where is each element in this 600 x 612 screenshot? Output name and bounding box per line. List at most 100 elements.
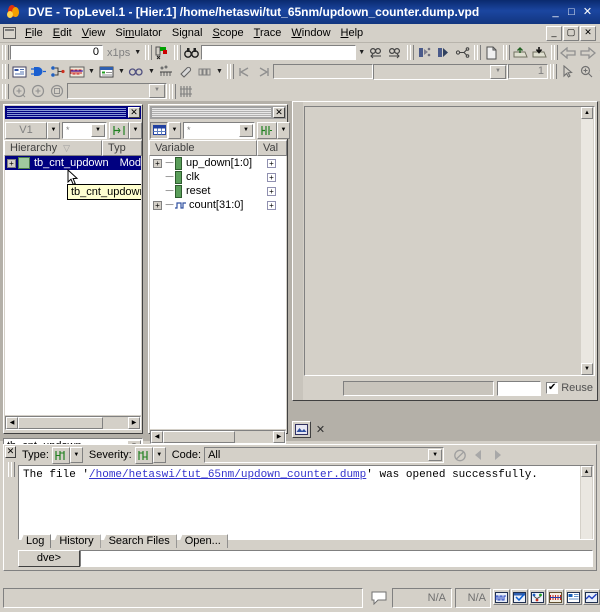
toolbar-grip[interactable] bbox=[174, 45, 182, 60]
scroll-thumb[interactable] bbox=[163, 431, 235, 443]
search-dropdown-icon[interactable]: ▼ bbox=[356, 44, 367, 61]
log-vscrollbar[interactable]: ▲ bbox=[580, 466, 593, 539]
toolbar-grip[interactable] bbox=[2, 83, 9, 99]
window-menu-icon[interactable] bbox=[3, 27, 16, 39]
hierarchy-window-titlebar[interactable]: ✕ bbox=[5, 106, 141, 119]
memory-view-icon[interactable] bbox=[195, 63, 214, 80]
prompt-label-button[interactable]: dve> bbox=[18, 550, 80, 567]
scroll-track[interactable] bbox=[581, 477, 592, 539]
open-list-window-icon[interactable] bbox=[511, 589, 528, 605]
mdi-minimize-button[interactable]: _ bbox=[546, 25, 562, 41]
value-expand-button[interactable]: + bbox=[267, 158, 276, 168]
window-maximize-button[interactable]: □ bbox=[565, 6, 578, 19]
menu-item-trace[interactable]: Trace bbox=[249, 26, 287, 40]
navigate-back-icon[interactable] bbox=[559, 44, 578, 61]
menu-item-file[interactable]: FFileile bbox=[20, 26, 48, 40]
magnify-plus-icon[interactable] bbox=[577, 63, 596, 80]
expand-options-dropdown-icon[interactable]: ▼ bbox=[129, 121, 142, 139]
view-options-dropdown-icon[interactable]: ▼ bbox=[168, 121, 181, 139]
table-row[interactable]: ─ reset + bbox=[150, 184, 286, 198]
open-source-window-icon[interactable] bbox=[565, 589, 582, 605]
add-signal-icon[interactable] bbox=[415, 44, 434, 61]
open-path-schematic-icon[interactable] bbox=[547, 589, 564, 605]
scroll-left-button[interactable]: ◀ bbox=[6, 417, 18, 429]
chevron-down-icon[interactable]: ▼ bbox=[91, 123, 105, 137]
toolbar-flat-field[interactable] bbox=[273, 64, 373, 79]
zoom-in-circle-icon[interactable] bbox=[29, 83, 48, 100]
log-panel-close-button[interactable]: ✕ bbox=[5, 446, 16, 458]
toolbar-grip[interactable] bbox=[551, 45, 559, 60]
table-row[interactable]: + ─ up_down[1:0] + bbox=[150, 156, 286, 170]
scroll-thumb[interactable] bbox=[18, 417, 103, 429]
variable-list[interactable]: + ─ up_down[1:0] + ─ clk + ─ reset + + ─… bbox=[150, 156, 286, 429]
table-row[interactable]: + tb_cnt_updown Mod bbox=[5, 156, 141, 170]
menu-item-view[interactable]: View bbox=[77, 26, 111, 40]
severity-filter-icon[interactable] bbox=[134, 446, 153, 464]
variable-close-button[interactable]: ✕ bbox=[273, 107, 285, 118]
waveform-command-field[interactable] bbox=[343, 380, 495, 396]
value-expand-button[interactable]: + bbox=[267, 200, 276, 210]
variable-column-value[interactable]: Val bbox=[257, 140, 287, 156]
new-file-icon[interactable] bbox=[482, 44, 501, 61]
open-wave-window-icon[interactable] bbox=[493, 589, 510, 605]
goto-time-icon[interactable] bbox=[153, 44, 172, 61]
reuse-checkbox[interactable]: ✔ bbox=[546, 382, 559, 394]
magnify-minus-icon[interactable] bbox=[596, 63, 600, 80]
message-balloon-icon[interactable] bbox=[368, 589, 390, 607]
variable-hscrollbar[interactable]: ◀ ▶ bbox=[150, 430, 286, 444]
table-view-icon[interactable] bbox=[150, 121, 168, 139]
chevron-down-icon[interactable]: ▼ bbox=[149, 84, 165, 98]
pane-tab-close-button[interactable]: ✕ bbox=[311, 421, 330, 438]
expand-all-icon[interactable] bbox=[109, 121, 129, 139]
save-database-icon[interactable] bbox=[530, 44, 549, 61]
zoom-level-combo[interactable]: ▼ bbox=[67, 83, 167, 99]
table-row[interactable]: + ─ count[31:0] + bbox=[150, 198, 286, 212]
log-message-area[interactable]: The file '/home/hetaswi/tut_65nm/updown_… bbox=[18, 465, 594, 540]
hierarchy-filter-input[interactable]: * ▼ bbox=[62, 121, 107, 139]
variable-window-titlebar[interactable]: ✕ bbox=[150, 106, 286, 119]
binoculars-find-icon[interactable] bbox=[182, 44, 201, 61]
table-row[interactable]: ─ clk + bbox=[150, 170, 286, 184]
chevron-down-icon[interactable]: ▼ bbox=[490, 64, 506, 79]
source-view-icon[interactable] bbox=[10, 63, 29, 80]
log-panel-grip[interactable] bbox=[5, 460, 16, 568]
step-count-input[interactable]: 1 bbox=[508, 64, 548, 79]
hierarchy-hscrollbar[interactable]: ◀ ▶ bbox=[5, 416, 141, 430]
scroll-right-button[interactable]: ▶ bbox=[273, 431, 285, 443]
expand-toggle-icon[interactable]: + bbox=[7, 158, 16, 168]
tab-log[interactable]: Log bbox=[18, 534, 52, 548]
value-expand-button[interactable]: + bbox=[267, 186, 276, 196]
next-message-icon[interactable] bbox=[488, 447, 507, 464]
design-selector-button[interactable]: V1 bbox=[5, 121, 47, 139]
step-back-icon[interactable] bbox=[235, 63, 254, 80]
toolbar-grip[interactable] bbox=[474, 45, 482, 60]
code-filter-combo[interactable]: All ▼ bbox=[204, 447, 445, 463]
schematic-view-icon[interactable] bbox=[29, 63, 48, 80]
find-next-icon[interactable] bbox=[386, 44, 405, 61]
toolbar-grip[interactable] bbox=[2, 45, 9, 60]
time-unit-dropdown-icon[interactable]: ▼ bbox=[132, 44, 143, 61]
open-schematic-window-icon[interactable] bbox=[529, 589, 546, 605]
hierarchy-list[interactable]: + tb_cnt_updown Mod tb_cnt_updown bbox=[5, 156, 141, 415]
search-input[interactable] bbox=[201, 45, 357, 60]
list-view-icon[interactable] bbox=[97, 63, 116, 80]
window-close-button[interactable]: ✕ bbox=[581, 6, 594, 19]
log-message-link[interactable]: /home/hetaswi/tut_65nm/updown_counter.du… bbox=[89, 469, 366, 481]
prev-message-icon[interactable] bbox=[469, 447, 488, 464]
path-schematic-icon[interactable] bbox=[48, 63, 67, 80]
menu-item-scope[interactable]: Scope bbox=[207, 26, 248, 40]
toolbar-grip[interactable] bbox=[145, 45, 153, 60]
navigate-forward-icon[interactable] bbox=[578, 44, 597, 61]
variable-column-name[interactable]: Variable bbox=[149, 140, 257, 156]
type-filter-dropdown-icon[interactable]: ▼ bbox=[69, 447, 83, 463]
expand-bus-icon[interactable] bbox=[453, 44, 472, 61]
memory-dropdown-icon[interactable]: ▼ bbox=[214, 63, 225, 80]
mdi-close-button[interactable]: ✕ bbox=[580, 25, 596, 41]
menu-item-edit[interactable]: Edit bbox=[48, 26, 77, 40]
hierarchy-close-button[interactable]: ✕ bbox=[128, 107, 140, 118]
assertion-dropdown-icon[interactable]: ▼ bbox=[146, 63, 157, 80]
scroll-left-button[interactable]: ◀ bbox=[151, 431, 163, 443]
window-minimize-button[interactable]: _ bbox=[549, 6, 562, 19]
open-database-icon[interactable] bbox=[511, 44, 530, 61]
value-expand-button[interactable]: + bbox=[267, 172, 276, 182]
